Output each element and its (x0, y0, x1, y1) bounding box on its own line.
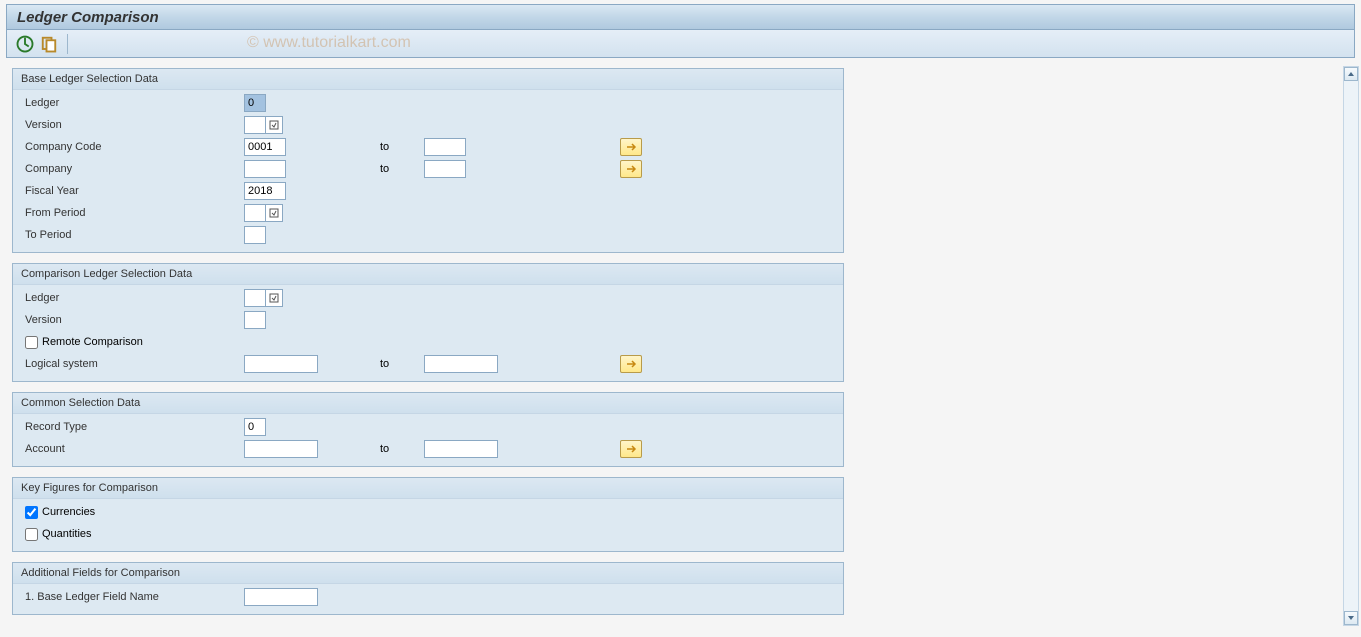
label-comp-ledger: Ledger (19, 292, 244, 304)
input-logical-system-from[interactable] (244, 355, 318, 373)
group-base-ledger: Base Ledger Selection Data Ledger Versio… (12, 68, 844, 253)
multi-selection-button[interactable] (620, 355, 642, 373)
label-to: to (364, 141, 424, 153)
input-from-period[interactable] (244, 204, 266, 222)
value-help-icon[interactable] (265, 204, 283, 222)
input-comp-ledger[interactable] (244, 289, 266, 307)
input-base-ledger-field-name[interactable] (244, 588, 318, 606)
label-company-code: Company Code (19, 141, 244, 153)
input-company-to[interactable] (424, 160, 466, 178)
checkbox-remote-comparison[interactable] (25, 336, 38, 349)
input-company-code-from[interactable] (244, 138, 286, 156)
value-help-icon[interactable] (265, 116, 283, 134)
scroll-up-icon[interactable] (1344, 67, 1358, 81)
toolbar-divider (67, 34, 68, 54)
execute-icon[interactable] (15, 34, 35, 54)
group-title-keyfig: Key Figures for Comparison (13, 478, 843, 499)
label-to-period: To Period (19, 229, 244, 241)
label-remote-comparison: Remote Comparison (42, 336, 143, 348)
label-base-ledger-field-name: 1. Base Ledger Field Name (19, 591, 244, 603)
group-title-addl: Additional Fields for Comparison (13, 563, 843, 584)
input-company-from[interactable] (244, 160, 286, 178)
group-title-base: Base Ledger Selection Data (13, 69, 843, 90)
label-currencies: Currencies (42, 506, 95, 518)
label-fiscal-year: Fiscal Year (19, 185, 244, 197)
input-comp-version[interactable] (244, 311, 266, 329)
label-quantities: Quantities (42, 528, 92, 540)
label-logical-system: Logical system (19, 358, 244, 370)
input-logical-system-to[interactable] (424, 355, 498, 373)
page-title-bar: Ledger Comparison (6, 4, 1355, 30)
input-company-code-to[interactable] (424, 138, 466, 156)
group-comparison-ledger: Comparison Ledger Selection Data Ledger … (12, 263, 844, 382)
label-comp-version: Version (19, 314, 244, 326)
label-from-period: From Period (19, 207, 244, 219)
label-company: Company (19, 163, 244, 175)
checkbox-currencies[interactable] (25, 506, 38, 519)
input-record-type[interactable] (244, 418, 266, 436)
checkbox-quantities[interactable] (25, 528, 38, 541)
get-variant-icon[interactable] (39, 34, 59, 54)
application-toolbar: © www.tutorialkart.com (6, 30, 1355, 58)
multi-selection-button[interactable] (620, 160, 642, 178)
vertical-scrollbar[interactable] (1343, 66, 1359, 626)
input-account-to[interactable] (424, 440, 498, 458)
page-title: Ledger Comparison (17, 9, 159, 26)
group-additional-fields: Additional Fields for Comparison 1. Base… (12, 562, 844, 615)
input-account-from[interactable] (244, 440, 318, 458)
multi-selection-button[interactable] (620, 138, 642, 156)
label-account: Account (19, 443, 244, 455)
label-to: to (364, 163, 424, 175)
label-base-ledger: Ledger (19, 97, 244, 109)
group-title-common: Common Selection Data (13, 393, 843, 414)
content-area: Base Ledger Selection Data Ledger Versio… (6, 64, 1355, 629)
scroll-down-icon[interactable] (1344, 611, 1358, 625)
label-record-type: Record Type (19, 421, 244, 433)
label-base-version: Version (19, 119, 244, 131)
label-to: to (364, 443, 424, 455)
value-help-icon[interactable] (265, 289, 283, 307)
input-base-ledger[interactable] (244, 94, 266, 112)
group-key-figures: Key Figures for Comparison Currencies Qu… (12, 477, 844, 552)
input-fiscal-year[interactable] (244, 182, 286, 200)
input-base-version[interactable] (244, 116, 266, 134)
input-to-period[interactable] (244, 226, 266, 244)
group-common-selection: Common Selection Data Record Type Accoun… (12, 392, 844, 467)
group-title-comp: Comparison Ledger Selection Data (13, 264, 843, 285)
label-to: to (364, 358, 424, 370)
watermark-text: © www.tutorialkart.com (247, 34, 411, 52)
multi-selection-button[interactable] (620, 440, 642, 458)
